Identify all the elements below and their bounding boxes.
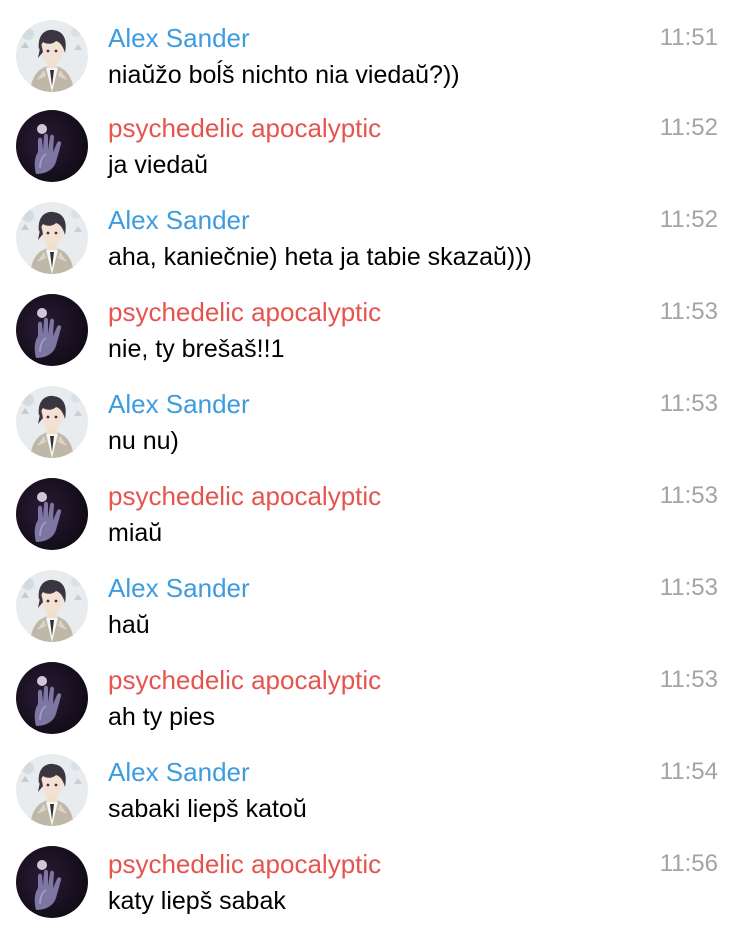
message-row[interactable]: Alex Sander 11:53 haŭ bbox=[0, 550, 740, 642]
sender-name[interactable]: Alex Sander bbox=[108, 572, 250, 604]
chat-message-list: Alex Sander 11:51 niaŭžo boĺš nichto nia v… bbox=[0, 0, 740, 932]
message-text: aha, kaniečnie) heta ja tabie skazaŭ))) bbox=[108, 243, 532, 271]
avatar-psychedelic-apocalyptic[interactable] bbox=[16, 662, 88, 734]
message-timestamp: 11:54 bbox=[659, 758, 718, 785]
sender-name[interactable]: Alex Sander bbox=[108, 388, 250, 420]
message-text: ah ty pies bbox=[108, 703, 216, 731]
sender-name[interactable]: Alex Sander bbox=[108, 204, 250, 236]
sender-name[interactable]: psychedelic apocalyptic bbox=[108, 664, 381, 696]
message-timestamp: 11:53 bbox=[659, 574, 718, 601]
message-text: niaŭžo boĺš nichto nia viedaŭ?)) bbox=[108, 61, 460, 89]
message-row[interactable]: psychedelic apocalyptic 11:53 ah ty pies bbox=[0, 642, 740, 734]
message-row[interactable]: psychedelic apocalyptic 11:53 miaŭ bbox=[0, 458, 740, 550]
message-timestamp: 11:53 bbox=[659, 298, 718, 325]
avatar-alex-sander[interactable] bbox=[16, 20, 88, 92]
sender-name[interactable]: psychedelic apocalyptic bbox=[108, 848, 381, 880]
avatar-psychedelic-apocalyptic[interactable] bbox=[16, 110, 88, 182]
message-text: nie, ty brešaš!!1 bbox=[108, 335, 285, 363]
message-row[interactable]: Alex Sander 11:53 nu nu) bbox=[0, 366, 740, 458]
message-timestamp: 11:52 bbox=[659, 206, 718, 233]
message-text: sabaki liepš katoŭ bbox=[108, 795, 307, 823]
avatar-alex-sander[interactable] bbox=[16, 386, 88, 458]
message-timestamp: 11:51 bbox=[659, 24, 718, 51]
message-timestamp: 11:56 bbox=[659, 850, 718, 877]
message-timestamp: 11:52 bbox=[659, 114, 718, 141]
message-timestamp: 11:53 bbox=[659, 482, 718, 509]
message-text: katy liepš sabak bbox=[108, 887, 286, 915]
message-row[interactable]: Alex Sander 11:54 sabaki liepš katoŭ bbox=[0, 734, 740, 826]
message-row[interactable]: Alex Sander 11:51 niaŭžo boĺš nichto nia v… bbox=[0, 0, 740, 92]
sender-name[interactable]: psychedelic apocalyptic bbox=[108, 480, 381, 512]
avatar-psychedelic-apocalyptic[interactable] bbox=[16, 478, 88, 550]
avatar-alex-sander[interactable] bbox=[16, 570, 88, 642]
message-text: nu nu) bbox=[108, 427, 179, 455]
sender-name[interactable]: Alex Sander bbox=[108, 22, 250, 54]
avatar-alex-sander[interactable] bbox=[16, 754, 88, 826]
sender-name[interactable]: psychedelic apocalyptic bbox=[108, 112, 381, 144]
message-row[interactable]: psychedelic apocalyptic 11:53 nie, ty breš… bbox=[0, 274, 740, 366]
sender-name[interactable]: psychedelic apocalyptic bbox=[108, 296, 381, 328]
message-row[interactable]: psychedelic apocalyptic 11:52 ja viedaŭ bbox=[0, 90, 740, 182]
sender-name[interactable]: Alex Sander bbox=[108, 756, 250, 788]
message-row[interactable]: psychedelic apocalyptic 11:56 katy liepš s… bbox=[0, 826, 740, 918]
message-timestamp: 11:53 bbox=[659, 666, 718, 693]
message-timestamp: 11:53 bbox=[659, 390, 718, 417]
avatar-psychedelic-apocalyptic[interactable] bbox=[16, 294, 88, 366]
message-text: haŭ bbox=[108, 611, 150, 639]
message-text: ja viedaŭ bbox=[108, 151, 209, 179]
message-text: miaŭ bbox=[108, 519, 163, 547]
message-row[interactable]: Alex Sander 11:52 aha, kaniečnie) heta ja … bbox=[0, 182, 740, 274]
avatar-psychedelic-apocalyptic[interactable] bbox=[16, 846, 88, 918]
avatar-alex-sander[interactable] bbox=[16, 202, 88, 274]
